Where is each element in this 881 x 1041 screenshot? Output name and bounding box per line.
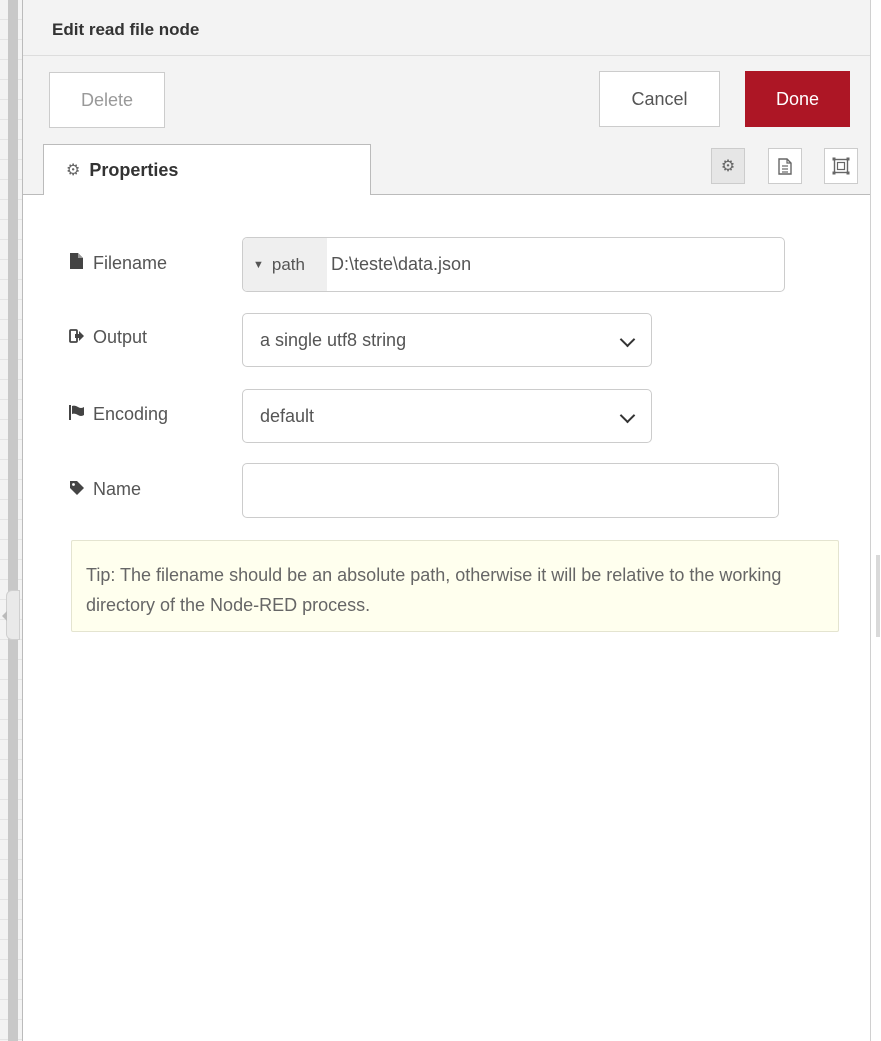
tag-icon xyxy=(69,480,89,500)
cancel-button[interactable]: Cancel xyxy=(599,71,720,127)
handle-notch-icon xyxy=(2,611,7,621)
gear-icon: ⚙ xyxy=(66,162,81,179)
title-bar: Edit read file node xyxy=(23,0,871,56)
filename-label: Filename xyxy=(69,252,167,274)
tab-description-icon-button[interactable] xyxy=(768,148,802,184)
output-label-text: Output xyxy=(93,327,148,347)
tray-header: Edit read file node Delete Cancel Done xyxy=(23,0,871,137)
edit-tray: Edit read file node Delete Cancel Done ⚙… xyxy=(22,0,871,1041)
name-label-text: Name xyxy=(93,479,142,499)
encoding-select[interactable]: default xyxy=(242,389,652,443)
done-button[interactable]: Done xyxy=(745,71,850,127)
output-select[interactable]: a single utf8 string xyxy=(242,313,652,367)
workspace-scrollbar[interactable] xyxy=(8,0,18,1041)
encoding-label-text: Encoding xyxy=(93,404,169,424)
gear-icon: ⚙ xyxy=(720,158,736,175)
handle-tab[interactable] xyxy=(6,590,20,640)
caret-down-icon: ▼ xyxy=(253,258,264,271)
filename-value[interactable]: D:\teste\data.json xyxy=(327,254,471,275)
tab-properties-icon-button[interactable]: ⚙ xyxy=(711,148,745,184)
right-edge-panel xyxy=(870,0,881,1041)
frame-icon xyxy=(832,157,850,175)
delete-button[interactable]: Delete xyxy=(49,72,165,128)
tray-resize-handle[interactable] xyxy=(2,590,20,640)
tip-box: Tip: The filename should be an absolute … xyxy=(71,540,839,632)
name-label: Name xyxy=(69,479,141,500)
output-select-value: a single utf8 string xyxy=(260,329,407,350)
tab-properties-label: Properties xyxy=(89,159,179,180)
scroll-grip[interactable] xyxy=(876,555,880,637)
filename-typed-input[interactable]: ▼ path D:\teste\data.json xyxy=(242,237,785,292)
chevron-down-icon xyxy=(619,407,636,424)
filename-label-text: Filename xyxy=(93,252,168,273)
filename-type-label: path xyxy=(271,254,305,274)
filename-type-selector[interactable]: ▼ path xyxy=(243,238,327,291)
tab-appearance-icon-button[interactable] xyxy=(824,148,858,184)
encoding-select-value: default xyxy=(260,405,315,426)
name-input[interactable] xyxy=(242,463,779,518)
document-icon xyxy=(778,157,792,175)
sign-out-icon xyxy=(69,328,89,347)
flag-icon xyxy=(69,405,89,424)
tray-title: Edit read file node xyxy=(52,20,200,39)
tab-properties[interactable]: ⚙ Properties xyxy=(43,144,371,195)
output-label: Output xyxy=(69,327,147,348)
file-icon xyxy=(69,252,89,274)
encoding-label: Encoding xyxy=(69,404,168,425)
chevron-down-icon xyxy=(619,331,636,348)
